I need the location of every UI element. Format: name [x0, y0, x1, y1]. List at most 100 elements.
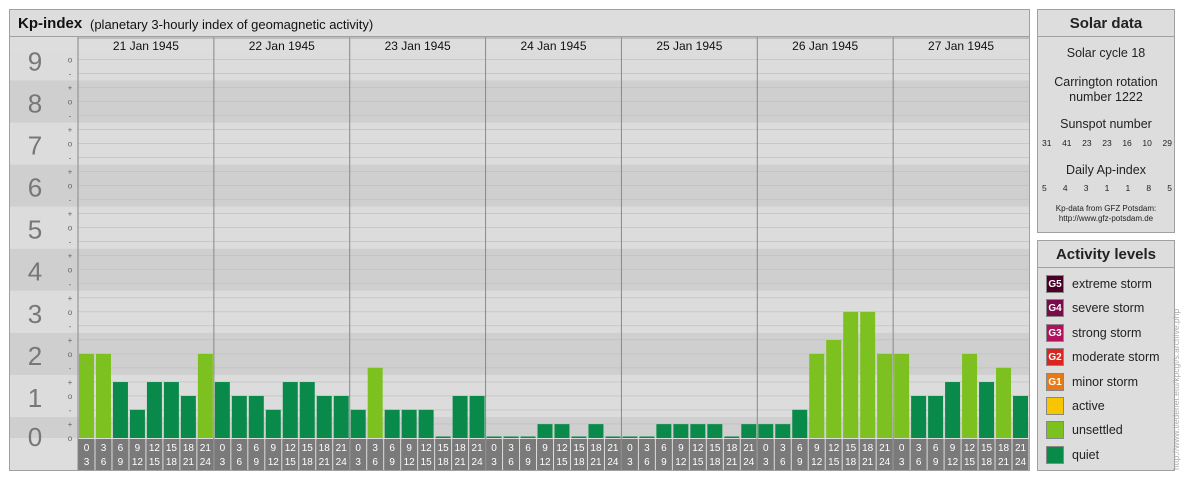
kp-bar	[571, 436, 587, 438]
slot-start-label: 18	[998, 443, 1010, 454]
source-line1: Kp-data from GFZ Potsdam:	[1055, 204, 1157, 213]
sunspot-values: 31 41 23 23 16 10 29	[1042, 138, 1172, 148]
kp-index-panel: Kp-index (planetary 3-hourly index of ge…	[9, 9, 1030, 471]
slot-end-label: 18	[981, 457, 993, 468]
slot-start-label: 12	[692, 443, 704, 454]
day-label-4: 24 Jan 1945	[520, 39, 586, 53]
slot-start-label: 21	[1015, 443, 1027, 454]
kp-bar	[962, 353, 978, 438]
slot-start-label: 12	[828, 443, 840, 454]
legend-item-quiet: quiet	[1046, 445, 1100, 464]
kp-bar	[435, 436, 451, 438]
kp-bar	[129, 409, 145, 438]
kp-bar	[860, 311, 876, 438]
slot-start-label: 15	[302, 443, 314, 454]
kp-bar	[469, 395, 485, 438]
legend-swatch: G1	[1046, 372, 1064, 391]
slot-end-label: 24	[607, 457, 619, 468]
sunspot-value-2: 41	[1062, 138, 1072, 148]
slot-start-label: 0	[84, 443, 90, 454]
slot-start-label: 21	[336, 443, 348, 454]
day-label-6: 26 Jan 1945	[792, 39, 858, 53]
kp-bar	[316, 395, 332, 438]
slot-start-label: 15	[845, 443, 857, 454]
slot-start-label: 0	[491, 443, 497, 454]
slot-start-label: 9	[271, 443, 277, 454]
slot-start-label: 6	[118, 443, 124, 454]
legend-label: active	[1072, 399, 1105, 413]
slot-end-label: 18	[438, 457, 450, 468]
slot-start-label: 9	[678, 443, 684, 454]
slot-end-label: 3	[491, 457, 497, 468]
legend-swatch: G4	[1046, 299, 1064, 318]
y-tick-label-1: 1	[28, 383, 42, 413]
kp-bar	[792, 409, 808, 438]
slot-end-label: 6	[644, 457, 650, 468]
slot-end-label: 12	[268, 457, 280, 468]
y-minor-mark: -	[69, 69, 72, 78]
slot-end-label: 21	[726, 457, 738, 468]
kp-bar	[588, 424, 604, 438]
kp-bar	[214, 382, 230, 438]
slot-end-label: 6	[780, 457, 786, 468]
slot-end-label: 3	[899, 457, 905, 468]
y-minor-mark: +	[68, 378, 73, 387]
legend-item-minor-storm: G1 minor storm	[1046, 372, 1138, 391]
slot-end-label: 12	[132, 457, 144, 468]
slot-start-label: 0	[355, 443, 361, 454]
watermark: http://www.tiedenet.etu/kpcgi/s.archive.…	[1171, 308, 1181, 470]
legend-item-severe-storm: G4 severe storm	[1046, 299, 1144, 318]
sunspot-value-1: 31	[1042, 138, 1052, 148]
slot-end-label: 12	[539, 457, 551, 468]
slot-end-label: 12	[947, 457, 959, 468]
kp-bar	[656, 424, 672, 438]
slot-end-label: 15	[556, 457, 568, 468]
slot-end-label: 9	[525, 457, 531, 468]
legend-item-unsettled: unsettled	[1046, 421, 1123, 440]
kp-bar	[248, 395, 264, 438]
solar-data-title: Solar data	[1038, 10, 1174, 37]
y-tick-label-4: 4	[28, 257, 42, 287]
slot-end-label: 24	[336, 457, 348, 468]
kp-bar	[1013, 395, 1028, 438]
slot-end-label: 9	[661, 457, 667, 468]
ap-title: Daily Ap-index	[1066, 163, 1146, 177]
kp-bar	[486, 436, 502, 438]
kp-bar	[724, 436, 740, 438]
day-label-2: 22 Jan 1945	[249, 39, 315, 53]
kp-bar	[79, 353, 94, 438]
y-minor-mark: +	[68, 252, 73, 261]
slot-end-label: 24	[879, 457, 891, 468]
slot-start-label: 3	[237, 443, 243, 454]
y-minor-mark: -	[69, 154, 72, 163]
kp-chart: 1234567890 o+-o+-o+-o+-o+-o+-o+-o+-o+-o21…	[10, 37, 1029, 470]
y-minor-mark: o	[68, 140, 73, 149]
slot-start-label: 21	[200, 443, 212, 454]
source-line2[interactable]: http://www.gfz-potsdam.de	[1038, 214, 1174, 224]
legend-label: quiet	[1072, 447, 1100, 462]
slot-end-label: 6	[508, 457, 514, 468]
ap-value-3: 3	[1083, 183, 1089, 193]
day-label-3: 23 Jan 1945	[385, 39, 451, 53]
day-label-1: 21 Jan 1945	[113, 39, 179, 53]
slot-start-label: 3	[780, 443, 786, 454]
y-tick-label-6: 6	[28, 173, 42, 203]
slot-start-label: 9	[542, 443, 548, 454]
solar-cycle: Solar cycle 18	[1066, 46, 1146, 60]
slot-start-label: 6	[933, 443, 939, 454]
slot-start-label: 3	[508, 443, 514, 454]
y-minor-mark: +	[68, 294, 73, 303]
kp-bar	[826, 339, 842, 438]
slot-start-label: 15	[573, 443, 585, 454]
slot-start-label: 3	[101, 443, 107, 454]
y-minor-mark: -	[69, 406, 72, 415]
kp-bar	[928, 395, 944, 438]
slot-end-label: 24	[1015, 457, 1027, 468]
carrington-line1: Carrington rotation	[1054, 75, 1158, 89]
y-minor-mark: +	[68, 126, 73, 135]
y-minor-mark: o	[68, 434, 73, 443]
kp-bar	[146, 382, 162, 438]
activity-levels-title: Activity levels	[1038, 241, 1174, 268]
kp-bar	[639, 436, 655, 438]
slot-start-label: 3	[372, 443, 378, 454]
